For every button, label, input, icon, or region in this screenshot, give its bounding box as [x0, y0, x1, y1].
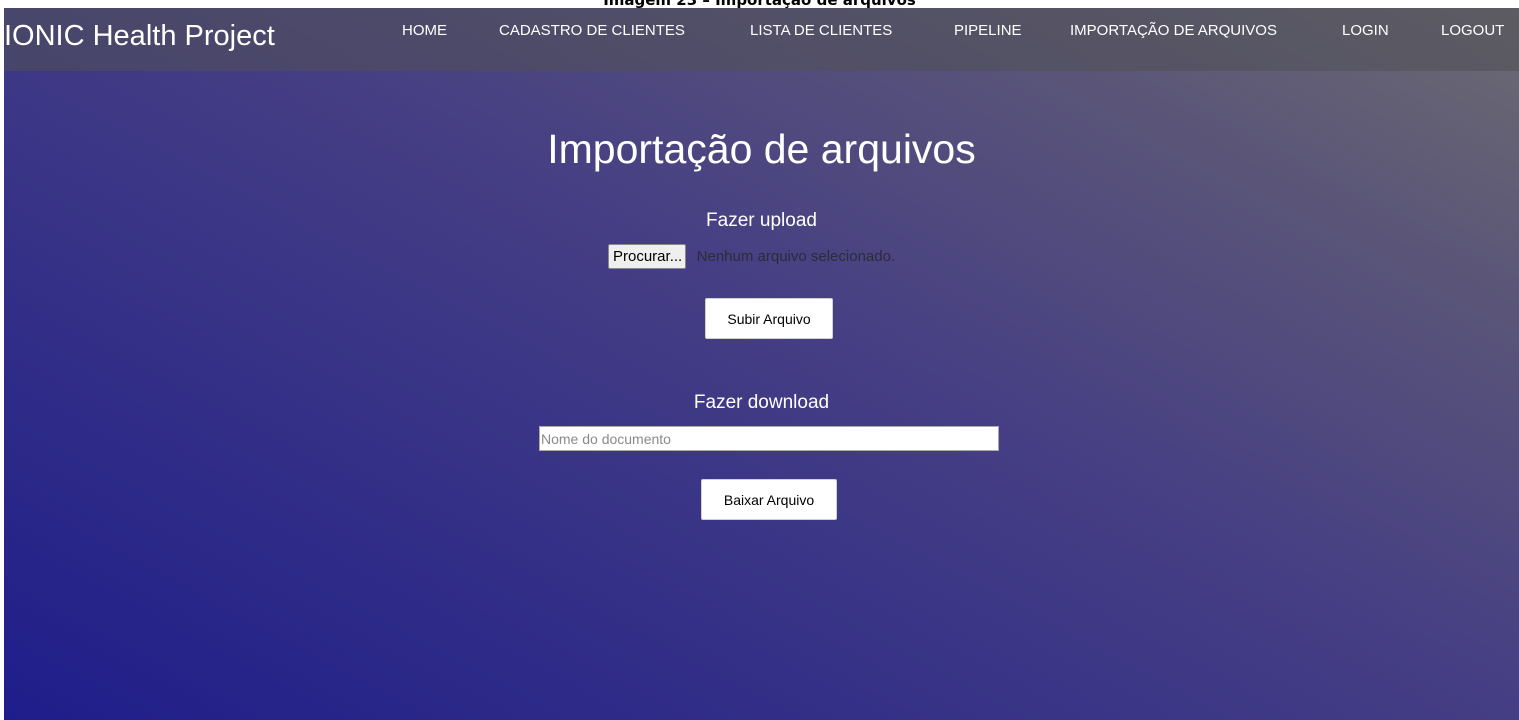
nav-item-lista-de-clientes[interactable]: LISTA DE CLIENTES	[750, 22, 892, 39]
nav-item-home[interactable]: HOME	[402, 22, 447, 39]
nav-item-importacao-de-arquivos[interactable]: IMPORTAÇÃO DE ARQUIVOS	[1070, 22, 1277, 39]
brand-title[interactable]: IONIC Health Project	[4, 20, 275, 53]
browse-button[interactable]: Procurar...	[608, 244, 687, 269]
nav-item-cadastro-de-clientes[interactable]: CADASTRO DE CLIENTES	[499, 22, 685, 39]
nav-item-logout[interactable]: LOGOUT	[1441, 22, 1504, 39]
download-heading: Fazer download	[693, 392, 830, 413]
upload-button[interactable]: Subir Arquivo	[705, 298, 833, 339]
nav-item-pipeline[interactable]: PIPELINE	[954, 22, 1022, 39]
document-name-input[interactable]	[539, 426, 999, 451]
upload-heading: Fazer upload	[706, 210, 817, 231]
navbar: IONIC Health Project HOME CADASTRO DE CL…	[4, 8, 1519, 71]
download-button[interactable]: Baixar Arquivo	[701, 479, 837, 520]
nav-item-login[interactable]: LOGIN	[1342, 22, 1389, 39]
file-picker: Procurar... Nenhum arquivo selecionado.	[608, 244, 895, 269]
file-status-text: Nenhum arquivo selecionado.	[696, 248, 896, 265]
page-title: Importação de arquivos	[547, 126, 976, 172]
app-window: IONIC Health Project HOME CADASTRO DE CL…	[4, 8, 1519, 720]
